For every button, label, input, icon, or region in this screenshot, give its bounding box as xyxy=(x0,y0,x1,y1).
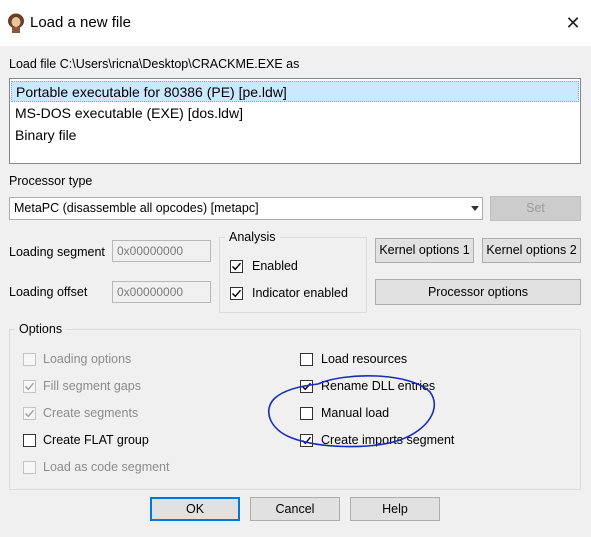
help-button[interactable]: Help xyxy=(350,497,440,521)
annotation-circle xyxy=(268,375,436,448)
cancel-button[interactable]: Cancel xyxy=(250,497,340,521)
ok-button[interactable]: OK xyxy=(150,497,240,521)
